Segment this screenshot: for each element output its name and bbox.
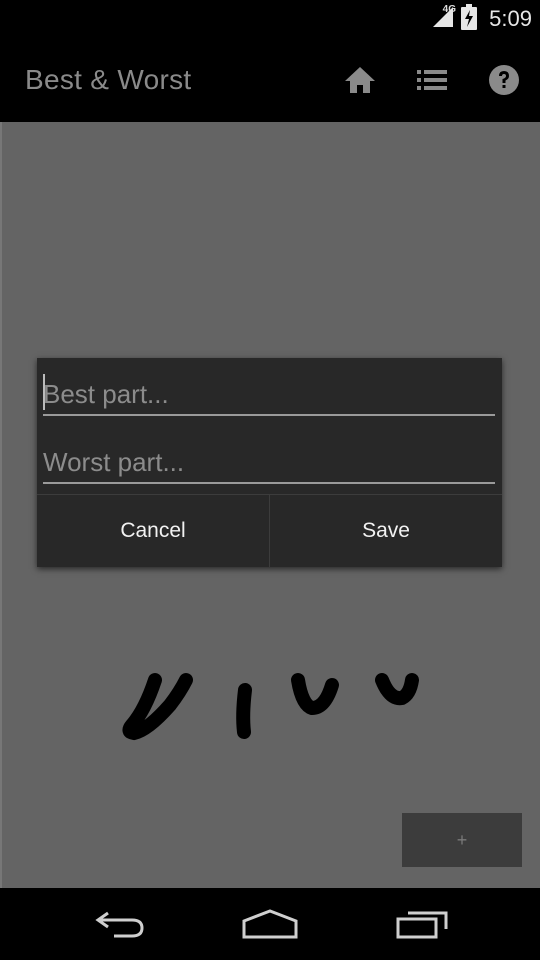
recents-icon[interactable] <box>382 902 462 946</box>
navigation-bar <box>0 888 540 960</box>
worst-part-input[interactable] <box>43 436 495 482</box>
signal-icon <box>431 5 455 34</box>
status-bar: 4G 5:09 <box>0 0 540 38</box>
help-icon[interactable] <box>484 62 524 98</box>
clock: 5:09 <box>489 6 532 31</box>
back-icon[interactable] <box>80 902 160 946</box>
home-icon[interactable] <box>340 62 380 98</box>
best-part-field[interactable] <box>43 368 495 416</box>
best-part-input[interactable] <box>43 368 495 414</box>
home-nav-icon[interactable] <box>230 902 310 946</box>
save-button[interactable]: Save <box>270 495 502 567</box>
status-icons: 5:09 <box>431 3 532 35</box>
battery-charging-icon <box>461 3 478 35</box>
entry-dialog: Cancel Save <box>37 358 502 567</box>
cancel-button[interactable]: Cancel <box>37 495 270 567</box>
app-title: Best & Worst <box>25 64 192 95</box>
text-cursor <box>43 374 45 410</box>
dialog-button-row: Cancel Save <box>37 494 502 567</box>
action-bar: Best & Worst <box>0 38 540 122</box>
add-button[interactable]: + <box>402 813 522 867</box>
list-icon[interactable] <box>412 62 452 98</box>
worst-part-field[interactable] <box>43 436 495 484</box>
scribble-drawing <box>122 673 419 741</box>
